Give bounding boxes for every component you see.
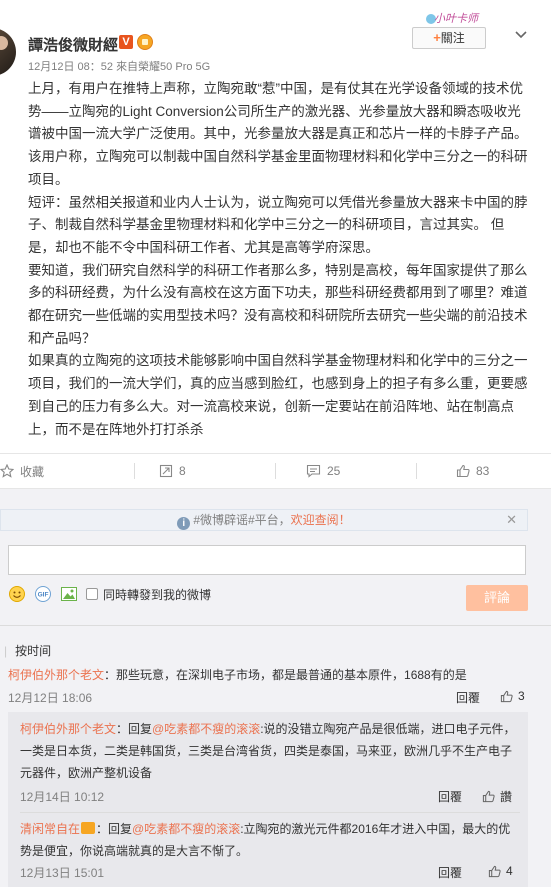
favorite-button[interactable]: 收藏	[0, 454, 44, 488]
comment-like-count: 3	[518, 689, 525, 703]
notice-highlight-link[interactable]: 欢迎查阅！	[291, 513, 351, 527]
thumbs-up-icon	[482, 790, 495, 803]
comment-item: 柯伊伯外那个老文：那些玩意，在深圳电子市场，都是最普通的基本原件，1688有的是	[8, 665, 528, 685]
reply-user[interactable]: 清闲常自在	[20, 822, 80, 836]
repost-button[interactable]: 8	[159, 454, 186, 488]
reply-item: 清闲常自在 ：回复@吃素都不瘦的滚滚:立陶宛的激光元件都2016年才进入中国，最大…	[20, 818, 520, 862]
rumor-notice-banner[interactable]: i #微博辟谣#平台，欢迎查阅！ ✕	[0, 509, 528, 531]
action-divider	[416, 463, 417, 479]
sort-by-time-tab[interactable]: 按时间	[15, 644, 51, 658]
favorite-label: 收藏	[20, 464, 45, 479]
reply-like-label: 讚	[500, 790, 513, 804]
sort-tabs: | 按时间	[0, 642, 51, 659]
post-time[interactable]: 12月12日 08：52	[28, 61, 113, 73]
action-bar: 收藏 8 25 83	[0, 453, 551, 489]
reply-prefix: ：回复	[116, 722, 153, 736]
thumbs-up-icon	[488, 865, 501, 877]
repost-count: 8	[179, 464, 186, 478]
repost-icon	[159, 464, 173, 478]
decoration-sticker-text: 小叶卡师	[434, 13, 478, 25]
thumbs-up-icon	[500, 690, 513, 702]
reply-time: 12月13日 15:01	[20, 866, 105, 880]
close-icon[interactable]: ✕	[506, 510, 517, 530]
author-avatar[interactable]	[0, 28, 16, 76]
comment-text: ：那些玩意，在深圳电子市场，都是最普通的基本原件，1688有的是	[104, 668, 467, 682]
like-count: 83	[476, 464, 490, 478]
comment-icon	[306, 464, 321, 478]
comment-panel: i #微博辟谣#平台，欢迎查阅！ ✕ GIF 同時轉發到我的微博 評論 | 按时间 …	[0, 489, 551, 887]
reply-like-button[interactable]: 讚	[482, 788, 512, 805]
reply-like-count: 4	[506, 864, 513, 878]
divider	[0, 625, 551, 626]
comment-tools: GIF 同時轉發到我的微博	[8, 585, 211, 603]
action-divider	[134, 463, 135, 479]
vip-badge[interactable]: V	[119, 35, 133, 49]
repost-checkbox[interactable]	[86, 588, 98, 600]
chevron-down-icon[interactable]	[514, 28, 528, 42]
comment-like-button[interactable]: 3	[500, 689, 525, 703]
star-icon	[0, 464, 14, 478]
reply-like-button[interactable]: 4	[488, 864, 513, 878]
reply-prefix: ：回复	[96, 822, 133, 836]
member-level-icon[interactable]	[137, 34, 153, 50]
like-button[interactable]: 83	[456, 454, 489, 488]
post-paragraph: 如果真的立陶宛的这项技术能够影响中国自然科学基金物理材料和化学中的三分之一项目，…	[28, 353, 528, 437]
post-paragraph: 上月，有用户在推特上声称，立陶宛敢“惹”中国，是有仗其在光学设备领域的技术优势—…	[28, 81, 528, 187]
weibo-post-card: 譚浩俊微財經 V 12月12日 08：52 來自榮耀50 Pro 5G 小叶卡师…	[0, 0, 551, 887]
reply-divider	[20, 812, 520, 813]
reply-mention[interactable]: @吃素都不瘦的滚滚	[152, 722, 260, 736]
comment-time: 12月12日 18:06	[8, 691, 93, 705]
reply-mention[interactable]: @吃素都不瘦的滚滚	[132, 822, 240, 836]
reply-button[interactable]: 回覆	[438, 864, 462, 881]
reply-button[interactable]: 回覆	[438, 788, 462, 805]
sort-divider: |	[4, 644, 8, 658]
comment-input[interactable]	[8, 545, 526, 575]
post-meta: 12月12日 08：52 來自榮耀50 Pro 5G	[28, 58, 210, 74]
reply-time: 12月14日 10:12	[20, 790, 105, 804]
gif-label: GIF	[38, 592, 49, 599]
post-paragraph: 短评：虽然相关报道和业内人士认为，说立陶宛可以凭借光参量放大器来卡中国的脖子、制…	[28, 194, 528, 255]
replies-container: 柯伊伯外那个老文：回复@吃素都不瘦的滚滚:说的没错立陶宛产品是很低端，进口电子元…	[8, 712, 528, 887]
submit-comment-button[interactable]: 評論	[466, 585, 528, 611]
follow-button[interactable]: +關注	[412, 27, 486, 49]
post-content: 上月，有用户在推特上声称，立陶宛敢“惹”中国，是有仗其在光学设备领域的技术优势—…	[28, 78, 528, 441]
reply-item: 柯伊伯外那个老文：回复@吃素都不瘦的滚滚:说的没错立陶宛产品是很低端，进口电子元…	[20, 718, 520, 784]
post-source: 來自榮耀50 Pro 5G	[116, 61, 211, 73]
info-icon: i	[177, 517, 191, 530]
member-level-icon	[81, 822, 96, 834]
author-name[interactable]: 譚浩俊微財經	[28, 34, 118, 55]
reply-button[interactable]: 回覆	[456, 689, 480, 706]
follow-label: 關注	[440, 31, 465, 45]
comment-button[interactable]: 25	[306, 454, 340, 488]
repost-checkbox-label: 同時轉發到我的微博	[103, 587, 212, 602]
comment-user[interactable]: 柯伊伯外那个老文	[8, 668, 104, 682]
thumbs-up-icon	[456, 464, 470, 478]
image-icon[interactable]	[60, 585, 78, 603]
notice-text: #微博辟谣#平台，	[193, 513, 291, 527]
comment-count: 25	[327, 464, 341, 478]
reply-user[interactable]: 柯伊伯外那个老文	[20, 722, 116, 736]
emoji-icon[interactable]	[8, 585, 26, 603]
follow-plus-icon: +	[433, 30, 441, 45]
gif-icon[interactable]: GIF	[34, 585, 52, 603]
action-divider	[275, 463, 276, 479]
post-paragraph: 要知道，我们研究自然科学的科研工作者那么多，特别是高校，每年国家提供了那么多的科…	[28, 262, 528, 346]
